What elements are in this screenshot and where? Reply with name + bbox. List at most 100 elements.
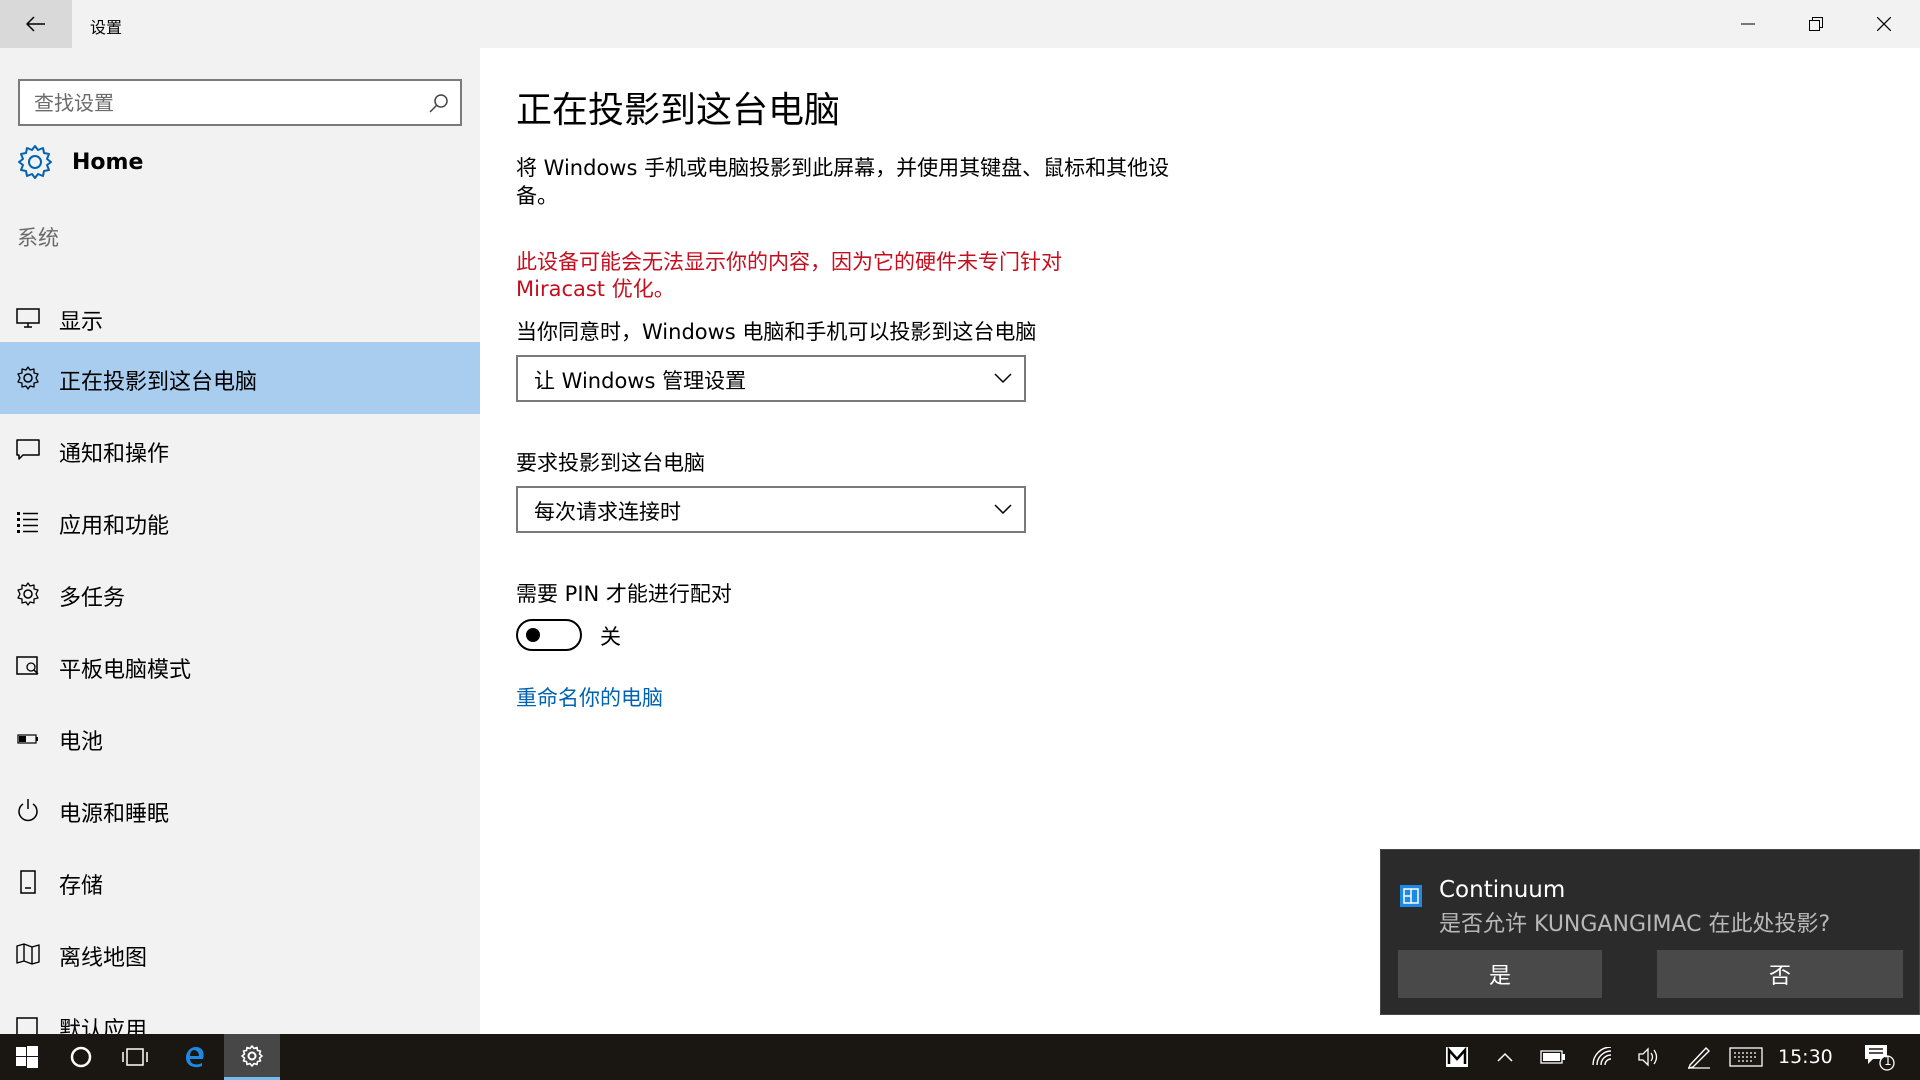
description-text: 将 Windows 手机或电脑投影到此屏幕，并使用其键盘、鼠标和其他设备。 (516, 156, 1170, 208)
taskbar-clock[interactable]: 15:30 (1778, 1046, 1833, 1068)
pen-workspace-button[interactable] (1682, 1034, 1716, 1080)
sidebar-item-label: 离线地图 (59, 946, 148, 971)
warning-text: 此设备可能会无法显示你的内容，因为它的硬件未专门针对 Miracast 优化。 (516, 250, 1062, 301)
gear-icon (18, 145, 52, 179)
consent-dropdown-value: 让 Windows 管理设置 (534, 369, 747, 393)
sidebar-item-label: 正在投影到这台电脑 (59, 370, 258, 395)
search-box[interactable] (18, 79, 462, 126)
sidebar-item-label: 电源和睡眠 (59, 802, 170, 827)
sidebar-item-battery[interactable]: 电池 (0, 702, 480, 774)
default-apps-icon (16, 1017, 38, 1034)
sidebar-item-label: 多任务 (59, 586, 126, 611)
monitor-icon (16, 308, 40, 328)
sidebar-item-apps[interactable]: 应用和功能 (0, 486, 480, 558)
taskbar: 15:30 1 (0, 1034, 1920, 1080)
continuum-app-icon (1400, 885, 1422, 907)
group-label-system: 系统 (17, 226, 59, 250)
sidebar-item-label: 平板电脑模式 (59, 658, 192, 683)
action-center-icon (1865, 1045, 1895, 1071)
sidebar-item-multitasking[interactable]: 多任务 (0, 558, 480, 630)
sidebar-item-projecting[interactable]: 正在投影到这台电脑 (0, 342, 480, 414)
keyboard-icon (1729, 1047, 1763, 1067)
page-title: 正在投影到这台电脑 (516, 90, 841, 131)
ask-dropdown[interactable]: 每次请求连接时 (516, 486, 1026, 533)
action-center-button[interactable]: 1 (1856, 1034, 1904, 1080)
notification-icon (16, 439, 40, 460)
tablet-icon (16, 656, 39, 675)
toast-yes-button[interactable]: 是 (1398, 950, 1602, 998)
back-arrow-icon (26, 16, 45, 32)
project-icon (17, 366, 39, 390)
edge-taskbar-button[interactable] (170, 1034, 220, 1080)
touch-keyboard-button[interactable] (1726, 1034, 1766, 1080)
minimize-icon (1741, 23, 1755, 25)
network-tray-button[interactable] (1588, 1034, 1618, 1080)
settings-taskbar-button[interactable] (224, 1034, 280, 1080)
home-label: Home (72, 149, 144, 175)
sidebar-item-label: 电池 (59, 730, 104, 755)
sidebar-item-tablet-mode[interactable]: 平板电脑模式 (0, 630, 480, 702)
wifi-icon (1592, 1047, 1612, 1066)
window-title: 设置 (90, 18, 123, 37)
ask-label: 要求投影到这台电脑 (516, 451, 705, 475)
restore-button[interactable] (1782, 0, 1850, 48)
volume-tray-button[interactable] (1634, 1034, 1664, 1080)
home-link[interactable]: Home (16, 142, 143, 182)
consent-label: 当你同意时，Windows 电脑和手机可以投影到这台电脑 (516, 320, 1037, 344)
m-logo-icon (1446, 1046, 1468, 1067)
toast-message: 是否允许 KUNGANGIMAC 在此处投影? (1439, 912, 1831, 937)
sidebar-item-power[interactable]: 电源和睡眠 (0, 774, 480, 846)
search-icon[interactable] (428, 92, 450, 114)
sidebar-item-notifications[interactable]: 通知和操作 (0, 414, 480, 486)
toast-no-button[interactable]: 否 (1657, 950, 1903, 998)
sidebar-item-label: 默认应用 (59, 1018, 148, 1034)
m-app-tray-icon[interactable] (1440, 1034, 1474, 1080)
consent-dropdown[interactable]: 让 Windows 管理设置 (516, 355, 1026, 402)
battery-tray-button[interactable] (1538, 1034, 1568, 1080)
start-button[interactable] (0, 1034, 54, 1080)
chevron-up-icon (1497, 1052, 1513, 1062)
notification-count-badge: 1 (1884, 1054, 1892, 1068)
sidebar-item-storage[interactable]: 存储 (0, 846, 480, 918)
show-hidden-icons-button[interactable] (1490, 1034, 1520, 1080)
cortana-circle-icon (70, 1046, 92, 1068)
pen-icon (1687, 1046, 1710, 1069)
search-input[interactable] (34, 81, 414, 124)
task-view-icon (122, 1048, 148, 1066)
map-icon (16, 943, 40, 965)
chevron-down-icon (994, 504, 1012, 515)
ask-dropdown-value: 每次请求连接时 (534, 500, 681, 524)
close-button[interactable] (1850, 0, 1918, 48)
minimize-button[interactable] (1714, 0, 1782, 48)
sidebar-item-offline-maps[interactable]: 离线地图 (0, 918, 480, 990)
rename-pc-link[interactable]: 重命名你的电脑 (516, 682, 663, 712)
edge-icon (186, 1047, 204, 1068)
speaker-icon (1638, 1047, 1658, 1067)
windows-logo-icon (16, 1046, 38, 1068)
pin-toggle[interactable] (516, 619, 582, 651)
sidebar-item-label: 显示 (59, 310, 104, 335)
sidebar-item-label: 应用和功能 (59, 514, 170, 539)
sidebar-item-default-apps[interactable]: 默认应用 (0, 990, 480, 1034)
chevron-down-icon (994, 373, 1012, 384)
battery-icon (1540, 1050, 1565, 1064)
battery-icon (17, 734, 38, 744)
title-bar: 设置 (0, 0, 1920, 48)
toast-title: Continuum (1439, 877, 1566, 903)
sidebar-item-label: 通知和操作 (59, 442, 170, 467)
pin-toggle-state: 关 (600, 625, 621, 649)
cortana-button[interactable] (56, 1034, 106, 1080)
restore-icon (1809, 17, 1823, 31)
sidebar: Home 系统 显示 正在投影到这台电脑 通知和操作 应用和功能 多任务 平板电… (0, 48, 480, 1034)
sidebar-item-label: 存储 (59, 874, 104, 899)
close-icon (1877, 17, 1891, 31)
gear-icon (241, 1044, 263, 1067)
apps-list-icon (17, 512, 38, 533)
power-icon (18, 799, 38, 822)
back-button[interactable] (0, 0, 72, 48)
multitask-icon (17, 582, 39, 606)
continuum-toast: Continuum 是否允许 KUNGANGIMAC 在此处投影? 是 否 (1380, 849, 1920, 1015)
toggle-knob (526, 628, 540, 642)
pin-label: 需要 PIN 才能进行配对 (516, 582, 732, 606)
task-view-button[interactable] (110, 1034, 160, 1080)
